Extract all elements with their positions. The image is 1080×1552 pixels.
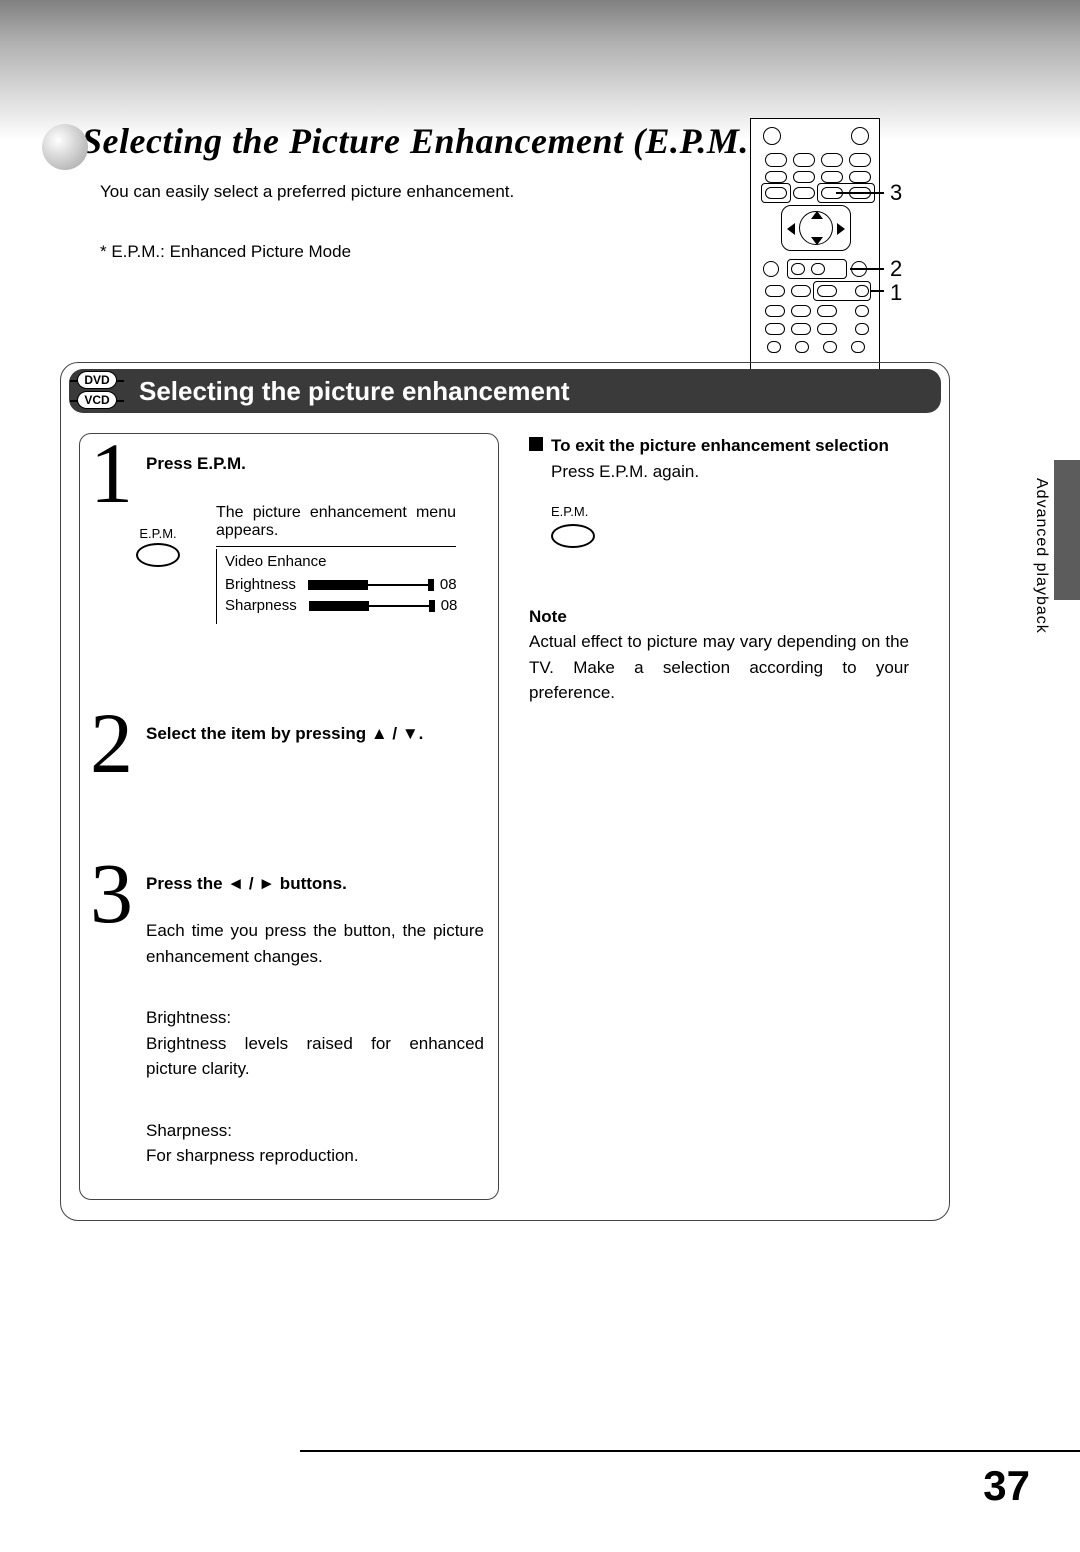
step-number-3: 3: [90, 850, 133, 936]
step1-desc: The picture enhancement menu appears.: [216, 504, 456, 540]
epm-small-label: E.P.M.: [551, 502, 909, 522]
epm-small-button-icon: [551, 524, 595, 548]
badge-vcd: VCD: [77, 391, 116, 409]
notes-panel: To exit the picture enhancement selectio…: [529, 433, 909, 1200]
step-number-1: 1: [90, 430, 133, 516]
section-title: Selecting the picture enhancement: [139, 376, 570, 407]
epm-button-icon: [136, 543, 180, 567]
page-number: 37: [983, 1462, 1030, 1510]
osd-row2-label: Sharpness: [225, 597, 297, 614]
section-container: DVD VCD Selecting the picture enhancemen…: [60, 362, 950, 1221]
page-title: Selecting the Picture Enhancement (E.P.M…: [82, 120, 1030, 162]
osd-title: Video Enhance: [225, 549, 456, 572]
steps-panel: 1 Press E.P.M. The picture enhancement m…: [79, 433, 499, 1200]
callout-3: 3: [890, 180, 902, 206]
osd-panel: Video Enhance Brightness 08 Sharpne: [216, 549, 456, 624]
square-bullet-icon: [529, 437, 543, 451]
callout-2: 2: [890, 256, 902, 282]
badge-dvd: DVD: [77, 371, 116, 389]
note-body: Actual effect to picture may vary depend…: [529, 629, 909, 706]
step3-title: Press the ◄ / ► buttons.: [146, 874, 484, 894]
footer-rule: [300, 1450, 1080, 1452]
brightness-text: Brightness levels raised for enhanced pi…: [146, 1031, 484, 1082]
section-title-bar: DVD VCD Selecting the picture enhancemen…: [69, 369, 941, 413]
brightness-label: Brightness:: [146, 1005, 484, 1031]
title-bullet-icon: [42, 124, 88, 170]
step2-title: Select the item by pressing ▲ / ▼.: [146, 724, 484, 744]
callout-1: 1: [890, 280, 902, 306]
epm-button-label: E.P.M.: [136, 526, 180, 541]
osd-row1-label: Brightness: [225, 576, 296, 593]
step3-desc: Each time you press the button, the pict…: [146, 918, 484, 969]
step-number-2: 2: [90, 700, 133, 786]
exit-title: To exit the picture enhancement selectio…: [551, 433, 889, 459]
osd-row2-value: 08: [441, 597, 458, 614]
sharpness-label: Sharpness:: [146, 1118, 484, 1144]
step1-title: Press E.P.M.: [146, 454, 484, 474]
exit-text: Press E.P.M. again.: [551, 459, 909, 485]
osd-row1-value: 08: [440, 576, 457, 593]
note-heading: Note: [529, 604, 909, 630]
sharpness-text: For sharpness reproduction.: [146, 1143, 484, 1169]
remote-illustration: [750, 118, 880, 383]
